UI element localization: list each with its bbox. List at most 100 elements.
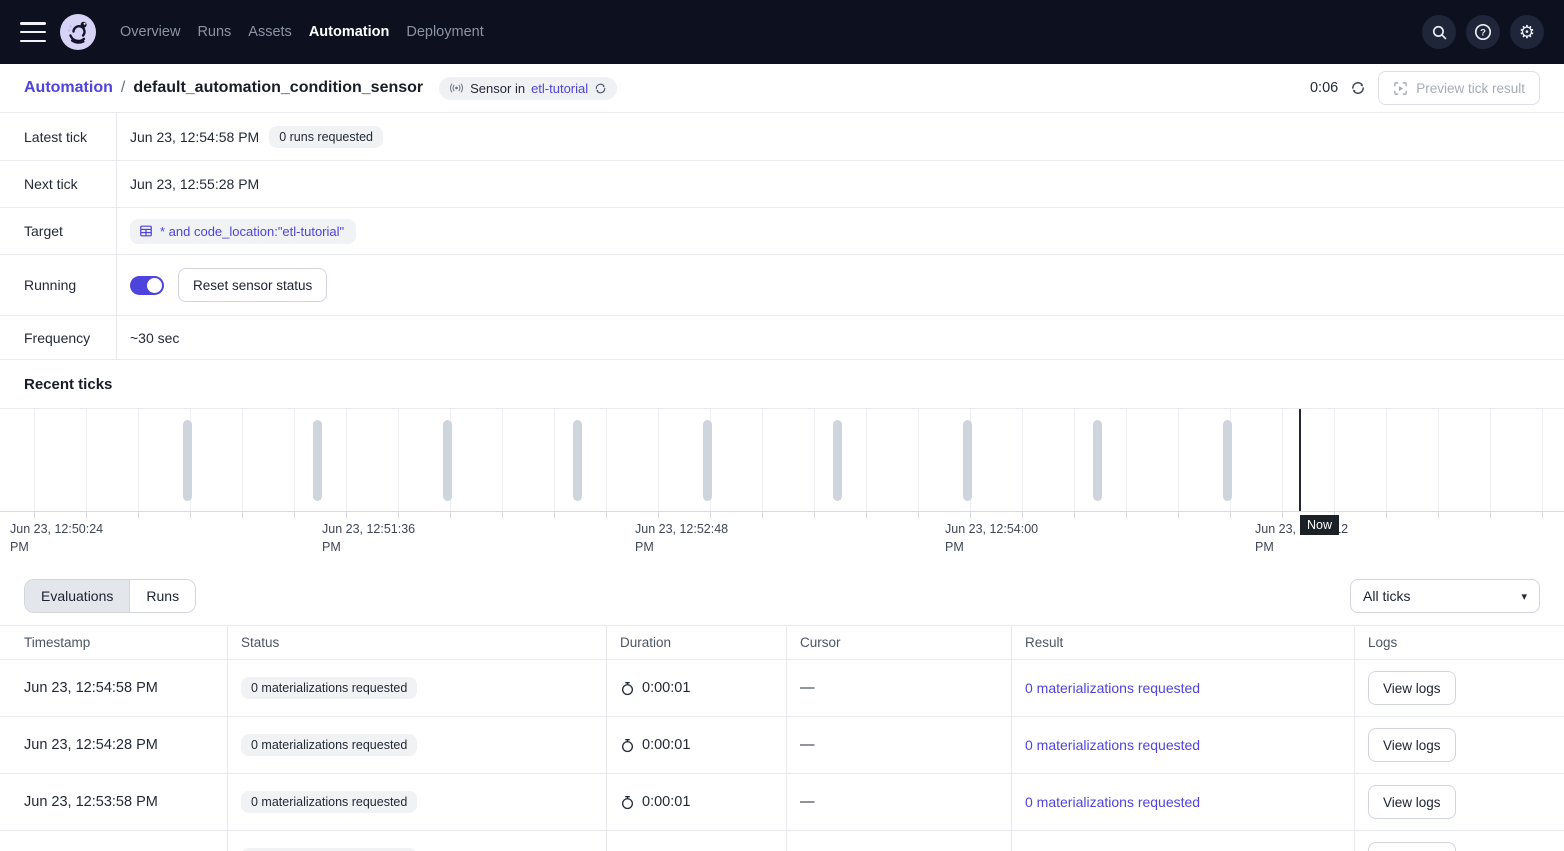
frequency-value: ~30 sec bbox=[130, 330, 179, 346]
timeline-gridline bbox=[1334, 409, 1335, 511]
axis-tickmark bbox=[398, 512, 399, 518]
tick-result-link[interactable]: 0 materializations requested bbox=[1025, 794, 1200, 810]
running-toggle[interactable] bbox=[130, 276, 164, 295]
timeline-gridline bbox=[918, 409, 919, 511]
asset-table-icon bbox=[139, 224, 153, 238]
axis-tickmark bbox=[1386, 512, 1387, 518]
timeline-gridline bbox=[1022, 409, 1023, 511]
page-bar: Automation / default_automation_conditio… bbox=[0, 64, 1564, 113]
frequency-row: Frequency ~30 sec bbox=[0, 316, 1564, 360]
dagster-logo-icon[interactable] bbox=[60, 14, 96, 50]
axis-tickmark bbox=[1074, 512, 1075, 518]
nav-overview[interactable]: Overview bbox=[120, 24, 180, 40]
table-row: Jun 23, 12:54:28 PM 0 materializations r… bbox=[0, 717, 1564, 774]
tick-bar[interactable] bbox=[1093, 420, 1102, 501]
timeline-gridline bbox=[1178, 409, 1179, 511]
gear-icon: ⚙ bbox=[1519, 23, 1535, 41]
col-status: Status bbox=[228, 626, 607, 659]
timeline-gridline bbox=[1542, 409, 1543, 511]
latest-tick-label: Latest tick bbox=[0, 113, 117, 160]
timeline-gridline bbox=[346, 409, 347, 511]
menu-icon[interactable] bbox=[20, 22, 46, 42]
running-label: Running bbox=[0, 255, 117, 315]
breadcrumb-automation-link[interactable]: Automation bbox=[24, 79, 113, 97]
timeline-gridline bbox=[866, 409, 867, 511]
help-button[interactable]: ? bbox=[1466, 15, 1500, 49]
next-tick-label: Next tick bbox=[0, 161, 117, 207]
nav-assets[interactable]: Assets bbox=[248, 24, 292, 40]
axis-tickmark bbox=[1542, 512, 1543, 518]
running-row: Running Reset sensor status bbox=[0, 255, 1564, 316]
recent-ticks-title: Recent ticks bbox=[0, 360, 1564, 409]
axis-tickmark bbox=[190, 512, 191, 518]
view-logs-button[interactable]: View logs bbox=[1368, 842, 1456, 851]
page-title: default_automation_condition_sensor bbox=[133, 79, 423, 97]
code-location-link[interactable]: etl-tutorial bbox=[531, 81, 588, 96]
tick-bar[interactable] bbox=[573, 420, 582, 501]
target-label: Target bbox=[0, 208, 117, 254]
tick-bar[interactable] bbox=[313, 420, 322, 501]
tick-bar[interactable] bbox=[1223, 420, 1232, 501]
reset-sensor-status-button[interactable]: Reset sensor status bbox=[178, 268, 327, 302]
axis-tickmark bbox=[1178, 512, 1179, 518]
tick-bar[interactable] bbox=[443, 420, 452, 501]
nav-runs[interactable]: Runs bbox=[197, 24, 231, 40]
nav-deployment[interactable]: Deployment bbox=[406, 24, 483, 40]
col-timestamp: Timestamp bbox=[0, 626, 228, 659]
target-selection-pill[interactable]: * and code_location:"etl-tutorial" bbox=[130, 219, 356, 244]
tab-runs[interactable]: Runs bbox=[130, 580, 195, 612]
table-row: Jun 23, 12:53:58 PM 0 materializations r… bbox=[0, 774, 1564, 831]
tick-filter-value: All ticks bbox=[1363, 588, 1410, 604]
frequency-label: Frequency bbox=[0, 316, 117, 359]
tick-duration: 0:00:01 bbox=[642, 680, 690, 696]
table-header: Timestamp Status Duration Cursor Result … bbox=[0, 626, 1564, 660]
timeline-gridline bbox=[606, 409, 607, 511]
tick-filter-dropdown[interactable]: All ticks ▾ bbox=[1350, 579, 1540, 613]
sensor-location-badge: Sensor in etl-tutorial bbox=[439, 77, 617, 100]
tick-result-link[interactable]: 0 materializations requested bbox=[1025, 680, 1200, 696]
view-logs-button[interactable]: View logs bbox=[1368, 785, 1456, 819]
preview-tick-result-button[interactable]: Preview tick result bbox=[1378, 71, 1540, 105]
main-nav: Overview Runs Assets Automation Deployme… bbox=[120, 24, 484, 40]
axis-tickmark bbox=[1230, 512, 1231, 518]
refresh-icon[interactable] bbox=[1350, 80, 1366, 96]
tick-result-link[interactable]: 0 materializations requested bbox=[1025, 737, 1200, 753]
tick-bar[interactable] bbox=[183, 420, 192, 501]
tick-status-badge: 0 materializations requested bbox=[241, 791, 417, 813]
axis-tickmark bbox=[710, 512, 711, 518]
tick-timestamp: Jun 23, 12:54:58 PM bbox=[24, 680, 158, 696]
timeline-gridline bbox=[1386, 409, 1387, 511]
axis-tickmark bbox=[1022, 512, 1023, 518]
timeline-gridline bbox=[86, 409, 87, 511]
axis-label: Jun 23, 12:52:48 PM bbox=[635, 520, 747, 556]
axis-label: Jun 23, 12:51:36 PM bbox=[322, 520, 434, 556]
tick-bar[interactable] bbox=[963, 420, 972, 501]
help-icon: ? bbox=[1474, 23, 1492, 41]
nav-automation[interactable]: Automation bbox=[309, 24, 390, 40]
table-body: Jun 23, 12:54:58 PM 0 materializations r… bbox=[0, 660, 1564, 851]
axis-tickmark bbox=[606, 512, 607, 518]
reset-sensor-status-label: Reset sensor status bbox=[193, 278, 312, 293]
tick-bar[interactable] bbox=[703, 420, 712, 501]
search-button[interactable] bbox=[1422, 15, 1456, 49]
axis-label: Jun 23, 12:50:24 PM bbox=[10, 520, 122, 556]
tick-bar[interactable] bbox=[833, 420, 842, 501]
reload-icon[interactable] bbox=[594, 82, 607, 95]
axis-tickmark bbox=[502, 512, 503, 518]
runs-requested-badge: 0 runs requested bbox=[269, 126, 383, 148]
axis-label: Jun 23, 12:54:00 PM bbox=[945, 520, 1057, 556]
view-logs-button[interactable]: View logs bbox=[1368, 671, 1456, 705]
tabs-row: Evaluations Runs All ticks ▾ bbox=[0, 568, 1564, 625]
tab-evaluations[interactable]: Evaluations bbox=[25, 580, 130, 612]
settings-button[interactable]: ⚙ bbox=[1510, 15, 1544, 49]
axis-tickmark bbox=[866, 512, 867, 518]
axis-tickmark bbox=[658, 512, 659, 518]
axis-tickmark bbox=[1282, 512, 1283, 518]
timeline-gridline bbox=[1282, 409, 1283, 511]
target-row: Target * and code_location:"etl-tutorial… bbox=[0, 208, 1564, 255]
header-actions: ? ⚙ bbox=[1422, 15, 1544, 49]
timeline-gridline bbox=[1438, 409, 1439, 511]
evaluations-table: Timestamp Status Duration Cursor Result … bbox=[0, 625, 1564, 851]
timeline-gridline bbox=[554, 409, 555, 511]
view-logs-button[interactable]: View logs bbox=[1368, 728, 1456, 762]
